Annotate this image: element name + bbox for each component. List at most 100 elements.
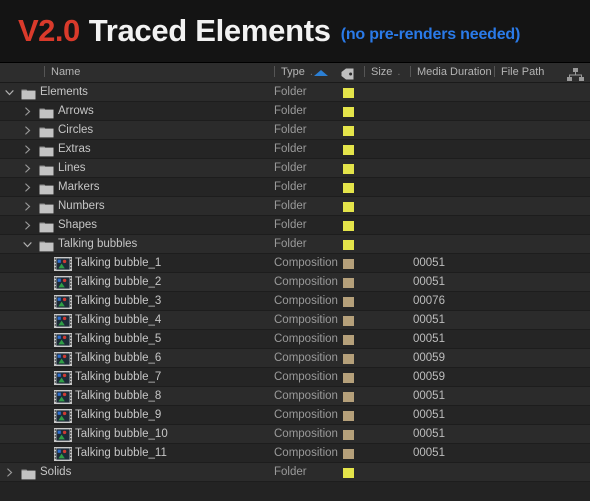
item-name[interactable]: Shapes <box>58 216 97 235</box>
item-name[interactable]: Arrows <box>58 102 94 121</box>
item-name[interactable]: Talking bubble_3 <box>75 292 161 311</box>
chevron-right-icon[interactable] <box>23 126 32 135</box>
table-row[interactable]: Circles Folder <box>0 121 590 140</box>
item-name[interactable]: Talking bubble_10 <box>75 425 168 444</box>
label-color-swatch[interactable] <box>343 316 354 326</box>
chevron-down-icon[interactable] <box>5 88 14 97</box>
item-name[interactable]: Numbers <box>58 197 105 216</box>
chevron-right-icon[interactable] <box>23 183 32 192</box>
chevron-right-icon[interactable] <box>23 107 32 116</box>
column-divider[interactable] <box>364 66 365 77</box>
chevron-right-icon[interactable] <box>23 164 32 173</box>
column-resize-dots[interactable]: . <box>397 66 400 78</box>
column-divider[interactable] <box>410 66 411 77</box>
label-color-swatch[interactable] <box>343 468 354 478</box>
folder-icon <box>39 182 54 195</box>
item-name[interactable]: Extras <box>58 140 91 159</box>
table-row[interactable]: Arrows Folder <box>0 102 590 121</box>
item-name[interactable]: Talking bubble_9 <box>75 406 161 425</box>
label-color-swatch[interactable] <box>343 430 354 440</box>
label-color-swatch[interactable] <box>343 221 354 231</box>
item-name[interactable]: Talking bubble_11 <box>75 444 167 463</box>
label-color-swatch[interactable] <box>343 88 354 98</box>
table-row[interactable]: Solids Folder <box>0 463 590 482</box>
folder-icon <box>39 125 54 138</box>
label-color-swatch[interactable] <box>343 373 354 383</box>
column-divider[interactable] <box>274 66 275 77</box>
item-name[interactable]: Solids <box>40 463 71 482</box>
table-row[interactable]: Talking bubble_9 Composition 00051 <box>0 406 590 425</box>
item-name[interactable]: Elements <box>40 83 88 102</box>
label-color-swatch[interactable] <box>343 335 354 345</box>
item-name[interactable]: Talking bubble_7 <box>75 368 161 387</box>
table-row[interactable]: Talking bubble_4 Composition 00051 <box>0 311 590 330</box>
item-name[interactable]: Markers <box>58 178 100 197</box>
column-divider[interactable] <box>44 66 45 77</box>
table-row[interactable]: Markers Folder <box>0 178 590 197</box>
table-row[interactable]: Numbers Folder <box>0 197 590 216</box>
item-name[interactable]: Talking bubble_5 <box>75 330 161 349</box>
table-row[interactable]: Talking bubble_5 Composition 00051 <box>0 330 590 349</box>
chevron-right-icon[interactable] <box>23 145 32 154</box>
table-row[interactable]: Talking bubble_6 Composition 00059 <box>0 349 590 368</box>
column-header-file-path[interactable]: File Path <box>494 63 544 82</box>
table-row[interactable]: Elements Folder <box>0 83 590 102</box>
item-type: Folder <box>274 105 307 117</box>
item-name[interactable]: Talking bubble_6 <box>75 349 161 368</box>
table-row[interactable]: Extras Folder <box>0 140 590 159</box>
item-name[interactable]: Talking bubble_8 <box>75 387 161 406</box>
chevron-right-icon[interactable] <box>23 202 32 211</box>
table-row[interactable]: Shapes Folder <box>0 216 590 235</box>
sort-ascending-arrow-icon[interactable] <box>314 70 328 76</box>
item-name[interactable]: Talking bubbles <box>58 235 137 254</box>
item-type: Composition <box>274 257 338 269</box>
item-name[interactable]: Talking bubble_4 <box>75 311 161 330</box>
chevron-right-icon[interactable] <box>23 221 32 230</box>
label-color-swatch[interactable] <box>343 183 354 193</box>
hierarchy-icon[interactable] <box>567 68 584 81</box>
item-name[interactable]: Circles <box>58 121 93 140</box>
item-type: Composition <box>274 333 338 345</box>
table-row[interactable]: Talking bubbles Folder <box>0 235 590 254</box>
item-name[interactable]: Talking bubble_2 <box>75 273 161 292</box>
table-row[interactable]: Talking bubble_2 Composition 00051 <box>0 273 590 292</box>
item-name[interactable]: Lines <box>58 159 86 178</box>
chevron-down-icon[interactable] <box>23 240 32 249</box>
column-header-media-duration[interactable]: Media Duration <box>410 63 492 82</box>
column-header-name[interactable]: Name <box>44 63 80 82</box>
column-resize-dots[interactable]: . <box>310 66 313 78</box>
label-color-swatch[interactable] <box>343 392 354 402</box>
table-row[interactable]: Talking bubble_10 Composition 00051 <box>0 425 590 444</box>
banner: V2.0 Traced Elements (no pre-renders nee… <box>0 0 590 62</box>
label-color-swatch[interactable] <box>343 411 354 421</box>
tag-icon[interactable] <box>341 67 354 80</box>
label-color-swatch[interactable] <box>343 354 354 364</box>
column-header-size[interactable]: Size. <box>364 63 400 82</box>
label-color-swatch[interactable] <box>343 145 354 155</box>
folder-icon <box>39 201 54 214</box>
table-row[interactable]: Talking bubble_7 Composition 00059 <box>0 368 590 387</box>
item-name[interactable]: Talking bubble_1 <box>75 254 161 273</box>
label-color-swatch[interactable] <box>343 202 354 212</box>
label-color-swatch[interactable] <box>343 107 354 117</box>
item-media-duration: 00051 <box>413 314 445 326</box>
composition-icon <box>54 295 72 309</box>
label-color-swatch[interactable] <box>343 164 354 174</box>
table-row[interactable]: Talking bubble_3 Composition 00076 <box>0 292 590 311</box>
label-color-swatch[interactable] <box>343 449 354 459</box>
column-header-type[interactable]: Type. <box>274 63 313 82</box>
label-color-swatch[interactable] <box>343 126 354 136</box>
label-color-swatch[interactable] <box>343 259 354 269</box>
table-row[interactable]: Talking bubble_8 Composition 00051 <box>0 387 590 406</box>
label-color-swatch[interactable] <box>343 240 354 250</box>
item-media-duration: 00059 <box>413 371 445 383</box>
chevron-right-icon[interactable] <box>5 468 14 477</box>
table-row[interactable]: Lines Folder <box>0 159 590 178</box>
item-media-duration: 00051 <box>413 409 445 421</box>
label-color-swatch[interactable] <box>343 297 354 307</box>
column-divider[interactable] <box>494 66 495 77</box>
project-item-list[interactable]: Elements Folder Arrows Folder Circles Folder E… <box>0 83 590 482</box>
table-row[interactable]: Talking bubble_11 Composition 00051 <box>0 444 590 463</box>
table-row[interactable]: Talking bubble_1 Composition 00051 <box>0 254 590 273</box>
label-color-swatch[interactable] <box>343 278 354 288</box>
